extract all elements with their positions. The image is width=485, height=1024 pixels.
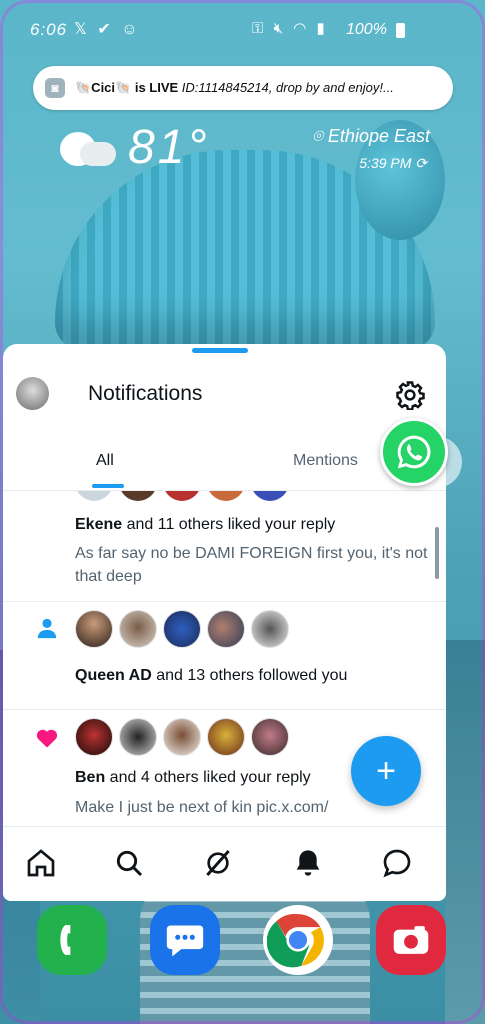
avatar-row — [75, 610, 295, 648]
home-icon[interactable] — [25, 847, 57, 879]
status-bar: 6:06 𝕏 ✔ ☺ ⚿ 🔇︎ ◠ ▮ 100% — [0, 0, 485, 60]
notification-headline: Queen AD and 13 others followed you — [75, 667, 347, 685]
actor-name[interactable]: Queen AD — [75, 667, 152, 684]
actor-name[interactable]: Ekene — [75, 516, 122, 533]
notification-action: and 4 others liked your reply — [105, 769, 311, 786]
actor-name[interactable]: Ben — [75, 769, 105, 786]
bottom-nav — [3, 826, 446, 901]
cloud-icon — [60, 132, 116, 166]
status-system-icons: ⚿ 🔇︎ ◠ ▮ — [252, 19, 325, 37]
avatar[interactable] — [251, 610, 289, 648]
avatar[interactable] — [119, 718, 157, 756]
scrollbar[interactable] — [435, 527, 439, 579]
person-icon — [37, 618, 57, 639]
location-name: Ethiope East — [327, 126, 430, 146]
grok-icon[interactable] — [202, 847, 234, 879]
chrome-app-icon[interactable] — [263, 905, 333, 975]
vpn-key-icon: ⚿ — [252, 20, 264, 37]
tab-all[interactable]: All — [96, 452, 114, 470]
notification-action: and 13 others followed you — [151, 667, 348, 684]
reply-preview: As far say no be DAMI FOREIGN first you,… — [75, 545, 428, 585]
avatar[interactable] — [207, 610, 245, 648]
messages-icon[interactable] — [381, 847, 413, 879]
signal-icon: ▮ — [316, 20, 325, 37]
avatar[interactable] — [119, 610, 157, 648]
notification-action: and 11 others liked your reply — [122, 516, 336, 533]
avatar[interactable] — [207, 718, 245, 756]
x-logo-icon: 𝕏 — [74, 21, 87, 38]
avatar[interactable] — [75, 610, 113, 648]
notification-headline: Ekene and 11 others liked your reply — [75, 516, 335, 534]
cici-app-icon: ◙ — [45, 78, 65, 98]
app-dock — [0, 900, 485, 990]
compose-button[interactable]: + — [351, 736, 421, 806]
avatar[interactable] — [163, 718, 201, 756]
avatar[interactable] — [251, 718, 289, 756]
weather-updated-time: 5:39 PM ⟳ — [359, 155, 427, 172]
page-title: Notifications — [88, 382, 203, 405]
notifications-panel: Notifications All Mentions Ekene and 11 … — [3, 344, 446, 901]
gear-icon[interactable] — [395, 380, 425, 410]
notification-headline: Ben and 4 others liked your reply — [75, 769, 311, 787]
battery-icon — [396, 23, 405, 38]
battery-percent: 100% — [346, 21, 387, 38]
bell-icon[interactable] — [292, 847, 324, 879]
camera-app-icon[interactable] — [376, 905, 446, 975]
tab-selected-indicator — [92, 484, 124, 488]
weather-time-text: 5:39 PM — [359, 155, 412, 171]
whatsapp-icon — [397, 435, 431, 469]
profile-avatar[interactable] — [16, 377, 49, 410]
location-pin-icon: ⌾ — [312, 126, 323, 146]
notification-text: 🐚Cici🐚 is LIVE ID:1114845214, drop by an… — [75, 80, 445, 96]
chrome-icon — [267, 913, 324, 968]
wifi-icon: ◠ — [293, 20, 307, 37]
status-time: 6:06 — [30, 20, 68, 39]
camera-icon — [393, 926, 429, 954]
weather-location: ⌾ Ethiope East — [312, 126, 430, 147]
avatar[interactable] — [75, 718, 113, 756]
messages-app-icon[interactable] — [150, 905, 220, 975]
mute-icon: 🔇︎ — [273, 20, 284, 37]
tab-mentions[interactable]: Mentions — [293, 452, 358, 470]
notification-tabs: All Mentions — [3, 432, 446, 491]
notification-title: 🐚Cici🐚 is LIVE — [75, 80, 179, 95]
refresh-icon[interactable]: ⟳ — [415, 155, 427, 171]
temperature: 81° — [128, 121, 210, 174]
status-notification-icons: 𝕏 ✔ ☺ — [74, 19, 144, 39]
avatar-row — [75, 718, 295, 756]
window-drag-handle[interactable] — [192, 348, 248, 353]
notification-body: ID:1114845214, drop by and enjoy!... — [178, 80, 394, 95]
avatar[interactable] — [163, 610, 201, 648]
cici-status-icon: ☺ — [121, 21, 138, 38]
whatsapp-bubble-icon[interactable] — [380, 418, 448, 486]
phone-icon — [60, 925, 71, 955]
phone-app-icon[interactable] — [37, 905, 107, 975]
verified-icon: ✔ — [97, 21, 111, 38]
list-item[interactable]: Ekene and 11 others liked your reply As … — [3, 491, 446, 602]
chat-bubble-icon — [166, 925, 204, 957]
heart-icon — [36, 729, 58, 748]
list-item[interactable]: Queen AD and 13 others followed you — [3, 602, 446, 710]
search-icon[interactable] — [113, 847, 145, 879]
heads-up-notification[interactable]: ◙ 🐚Cici🐚 is LIVE ID:1114845214, drop by … — [33, 66, 453, 110]
